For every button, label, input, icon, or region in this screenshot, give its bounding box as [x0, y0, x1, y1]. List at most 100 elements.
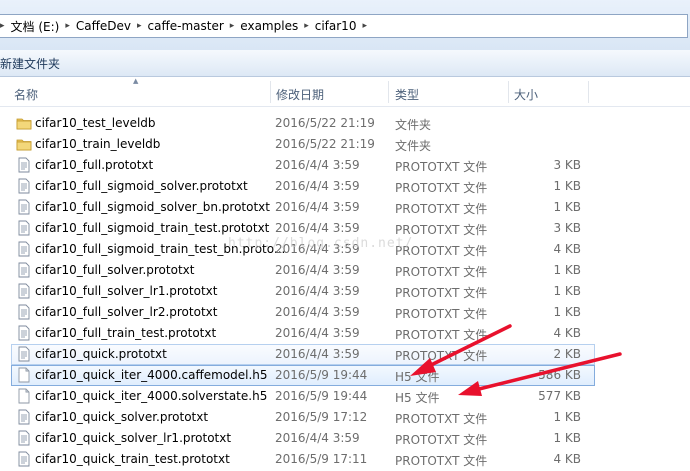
file-date: 2016/4/4 3:59: [275, 221, 360, 235]
file-row[interactable]: cifar10_full_solver_lr1.prototxt 2016/4/4…: [0, 281, 690, 302]
file-row[interactable]: cifar10_test_leveldb 2016/5/22 21:19 文件夹: [0, 113, 690, 134]
breadcrumb-separator-icon[interactable]: ▸: [63, 21, 72, 31]
file-name: cifar10_full_solver_lr1.prototxt: [35, 284, 218, 298]
file-date: 2016/5/9 17:12: [275, 410, 368, 424]
breadcrumb-separator-icon[interactable]: ▸: [360, 21, 369, 31]
file-name: cifar10_quick_solver.prototxt: [35, 410, 209, 424]
file-size: 3 KB: [553, 158, 581, 172]
file-date: 2016/4/4 3:59: [275, 263, 360, 277]
file-size: 1 KB: [553, 305, 581, 319]
file-date: 2016/5/9 19:44: [275, 368, 368, 382]
folder-icon: [16, 115, 32, 134]
command-toolbar: 新建文件夹: [0, 50, 690, 77]
file-row[interactable]: cifar10_full_sigmoid_train_test_bn.proto…: [0, 239, 690, 260]
file-name: cifar10_full_sigmoid_train_test.prototxt: [35, 221, 270, 235]
file-row[interactable]: cifar10_quick_iter_4000.solverstate.h5 20…: [0, 386, 690, 407]
file-size: 1 KB: [553, 410, 581, 424]
file-size: 1 KB: [553, 200, 581, 214]
text-file-icon: [16, 178, 32, 197]
address-bar[interactable]: ▸ 文档 (E:) ▸ CaffeDev ▸ caffe-master ▸ examples ▸…: [0, 14, 688, 38]
file-type: PROTOTXT 文件: [395, 328, 488, 342]
file-row[interactable]: cifar10_full_solver_lr2.prototxt 2016/4/4…: [0, 302, 690, 323]
breadcrumb-separator-icon[interactable]: ▸: [302, 21, 311, 31]
file-date: 2016/4/4 3:59: [275, 431, 360, 445]
breadcrumb-separator-icon[interactable]: ▸: [228, 21, 237, 31]
new-folder-button[interactable]: 新建文件夹: [0, 55, 60, 72]
text-file-icon: [16, 409, 32, 428]
blank-file-icon: [16, 367, 32, 386]
text-file-icon: [16, 199, 32, 218]
breadcrumb-item[interactable]: examples: [236, 19, 302, 33]
breadcrumb-item[interactable]: 文档 (E:): [7, 18, 64, 35]
file-name: cifar10_test_leveldb: [35, 116, 156, 130]
file-type: PROTOTXT 文件: [395, 454, 488, 468]
file-row[interactable]: cifar10_quick.prototxt 2016/4/4 3:59 PROTO…: [11, 344, 595, 365]
column-divider[interactable]: [270, 81, 271, 103]
column-header-date[interactable]: 修改日期: [276, 86, 324, 103]
blank-file-icon: [16, 388, 32, 407]
column-header-type[interactable]: 类型: [395, 86, 419, 103]
column-header-row: ▲ 名称 修改日期 类型 大小: [0, 77, 690, 107]
file-type: H5 文件: [395, 370, 440, 384]
column-header-size[interactable]: 大小: [514, 86, 538, 103]
file-date: 2016/4/4 3:59: [275, 200, 360, 214]
file-date: 2016/4/4 3:59: [275, 179, 360, 193]
column-divider[interactable]: [508, 81, 509, 103]
file-type: PROTOTXT 文件: [395, 244, 488, 258]
column-header-name[interactable]: 名称: [14, 86, 38, 103]
file-date: 2016/5/9 19:44: [275, 389, 368, 403]
breadcrumb-item[interactable]: caffe-master: [144, 19, 228, 33]
file-type: PROTOTXT 文件: [395, 181, 488, 195]
text-file-icon: [16, 283, 32, 302]
file-row[interactable]: cifar10_full.prototxt 2016/4/4 3:59 PROTOT…: [0, 155, 690, 176]
file-size: 577 KB: [538, 389, 581, 403]
file-name: cifar10_quick.prototxt: [35, 347, 167, 361]
file-type: PROTOTXT 文件: [395, 307, 488, 321]
file-date: 2016/5/22 21:19: [275, 116, 375, 130]
file-size: 2 KB: [553, 347, 581, 361]
file-size: 1 KB: [553, 179, 581, 193]
breadcrumb: ▸ 文档 (E:) ▸ CaffeDev ▸ caffe-master ▸ examples ▸…: [0, 15, 369, 37]
column-divider[interactable]: [388, 81, 389, 103]
sort-up-icon: ▲: [133, 77, 139, 85]
file-row[interactable]: cifar10_full_sigmoid_solver.prototxt 2016…: [0, 176, 690, 197]
file-type: PROTOTXT 文件: [395, 286, 488, 300]
file-size: 3 KB: [553, 221, 581, 235]
file-type: PROTOTXT 文件: [395, 160, 488, 174]
text-file-icon: [16, 304, 32, 323]
file-row[interactable]: cifar10_full_solver.prototxt 2016/4/4 3:5…: [0, 260, 690, 281]
file-size: 4 KB: [553, 326, 581, 340]
file-row[interactable]: cifar10_quick_solver_lr1.prototxt 2016/4/…: [0, 428, 690, 449]
text-file-icon: [16, 451, 32, 470]
file-row[interactable]: cifar10_full_sigmoid_train_test.prototxt…: [0, 218, 690, 239]
file-name: cifar10_quick_solver_lr1.prototxt: [35, 431, 232, 445]
file-row[interactable]: cifar10_full_train_test.prototxt 2016/4/4…: [0, 323, 690, 344]
file-type: PROTOTXT 文件: [395, 202, 488, 216]
file-name: cifar10_full.prototxt: [35, 158, 154, 172]
file-row[interactable]: cifar10_full_sigmoid_solver_bn.prototxt 2…: [0, 197, 690, 218]
text-file-icon: [16, 262, 32, 281]
file-size: 1 KB: [553, 263, 581, 277]
file-row[interactable]: cifar10_quick_iter_4000.caffemodel.h5 201…: [11, 365, 595, 386]
address-bar-area: ▸ 文档 (E:) ▸ CaffeDev ▸ caffe-master ▸ examples ▸…: [0, 0, 690, 50]
file-name: cifar10_quick_iter_4000.solverstate.h5: [35, 389, 268, 403]
file-row[interactable]: cifar10_quick_train_test.prototxt 2016/5/…: [0, 449, 690, 470]
text-file-icon: [16, 157, 32, 176]
file-size: 1 KB: [553, 284, 581, 298]
file-row[interactable]: cifar10_quick_solver.prototxt 2016/5/9 17…: [0, 407, 690, 428]
file-type: H5 文件: [395, 391, 440, 405]
folder-icon: [16, 136, 32, 155]
file-name: cifar10_quick_iter_4000.caffemodel.h5: [35, 368, 268, 382]
file-date: 2016/4/4 3:59: [275, 284, 360, 298]
column-divider[interactable]: [588, 81, 589, 103]
file-size: 586 KB: [538, 368, 581, 382]
file-name: cifar10_full_train_test.prototxt: [35, 326, 217, 340]
file-type: PROTOTXT 文件: [395, 223, 488, 237]
breadcrumb-separator-icon[interactable]: ▸: [135, 21, 144, 31]
file-list: cifar10_test_leveldb 2016/5/22 21:19 文件夹 ci…: [0, 113, 690, 470]
breadcrumb-item[interactable]: cifar10: [311, 19, 361, 33]
file-row[interactable]: cifar10_train_leveldb 2016/5/22 21:19 文件夹: [0, 134, 690, 155]
file-name: cifar10_full_sigmoid_solver.prototxt: [35, 179, 248, 193]
breadcrumb-item[interactable]: CaffeDev: [72, 19, 135, 33]
file-size: 4 KB: [553, 452, 581, 466]
